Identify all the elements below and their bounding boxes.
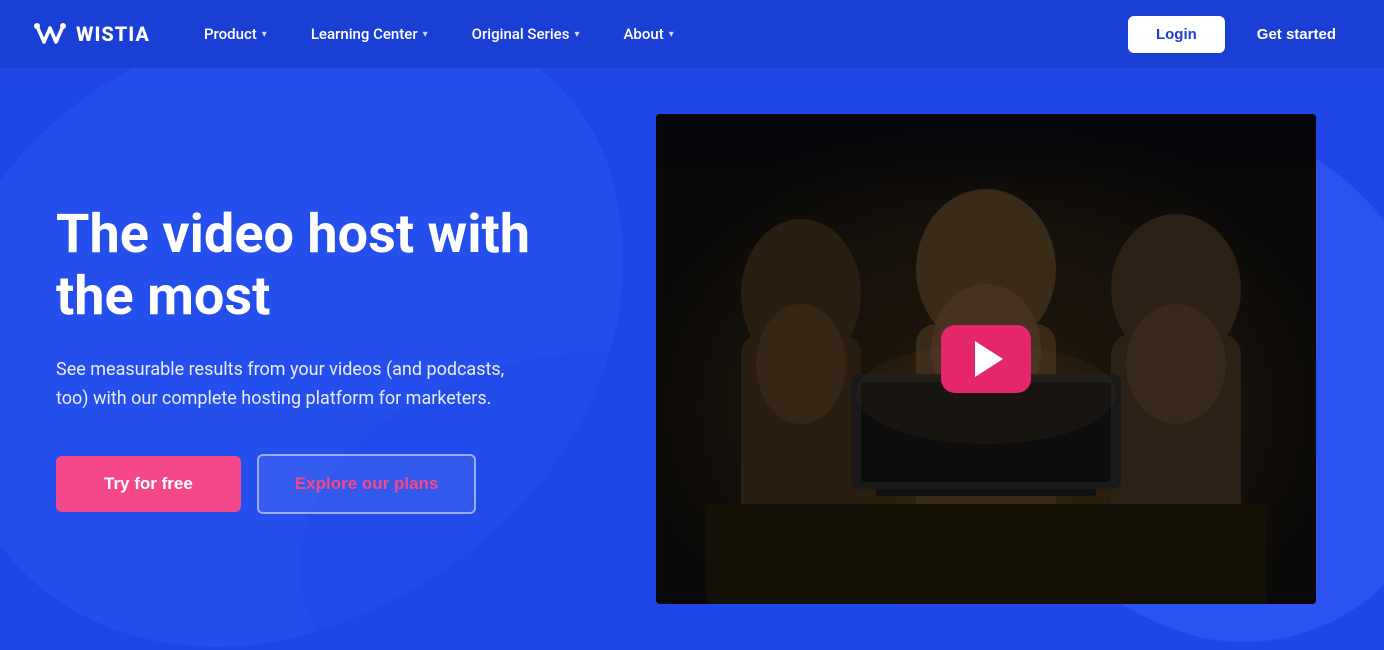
nav-actions: Login Get started: [1128, 16, 1352, 53]
hero-video-panel[interactable]: [656, 114, 1316, 604]
hero-text: The video host with the most See measura…: [56, 204, 596, 514]
chevron-down-icon: ▾: [423, 29, 428, 40]
try-free-button[interactable]: Try for free: [56, 456, 241, 512]
explore-plans-button[interactable]: Explore our plans: [257, 454, 477, 514]
get-started-button[interactable]: Get started: [1241, 16, 1352, 53]
chevron-down-icon: ▾: [574, 29, 579, 40]
logo-text: WISTIA: [76, 22, 150, 46]
nav-item-original-series[interactable]: Original Series ▾: [450, 0, 602, 68]
logo[interactable]: WISTIA: [32, 20, 150, 48]
wistia-logo-icon: [32, 20, 68, 48]
chevron-down-icon: ▾: [669, 29, 674, 40]
nav-item-product[interactable]: Product ▾: [182, 0, 289, 68]
nav-item-learning-center[interactable]: Learning Center ▾: [289, 0, 450, 68]
chevron-down-icon: ▾: [262, 29, 267, 40]
hero-content: The video host with the most See measura…: [0, 68, 1384, 650]
hero-subtitle: See measurable results from your videos …: [56, 356, 536, 414]
navigation: WISTIA Product ▾ Learning Center ▾ Origi…: [0, 0, 1384, 68]
play-button-bg: [941, 325, 1031, 393]
hero-title: The video host with the most: [56, 204, 596, 328]
login-button[interactable]: Login: [1128, 16, 1225, 53]
nav-links: Product ▾ Learning Center ▾ Original Ser…: [182, 0, 1128, 68]
hero-section: The video host with the most See measura…: [0, 68, 1384, 650]
video-thumbnail: [656, 114, 1316, 604]
nav-item-about[interactable]: About ▾: [601, 0, 695, 68]
play-triangle-icon: [975, 341, 1003, 377]
play-button[interactable]: [941, 325, 1031, 393]
hero-buttons: Try for free Explore our plans: [56, 454, 596, 514]
